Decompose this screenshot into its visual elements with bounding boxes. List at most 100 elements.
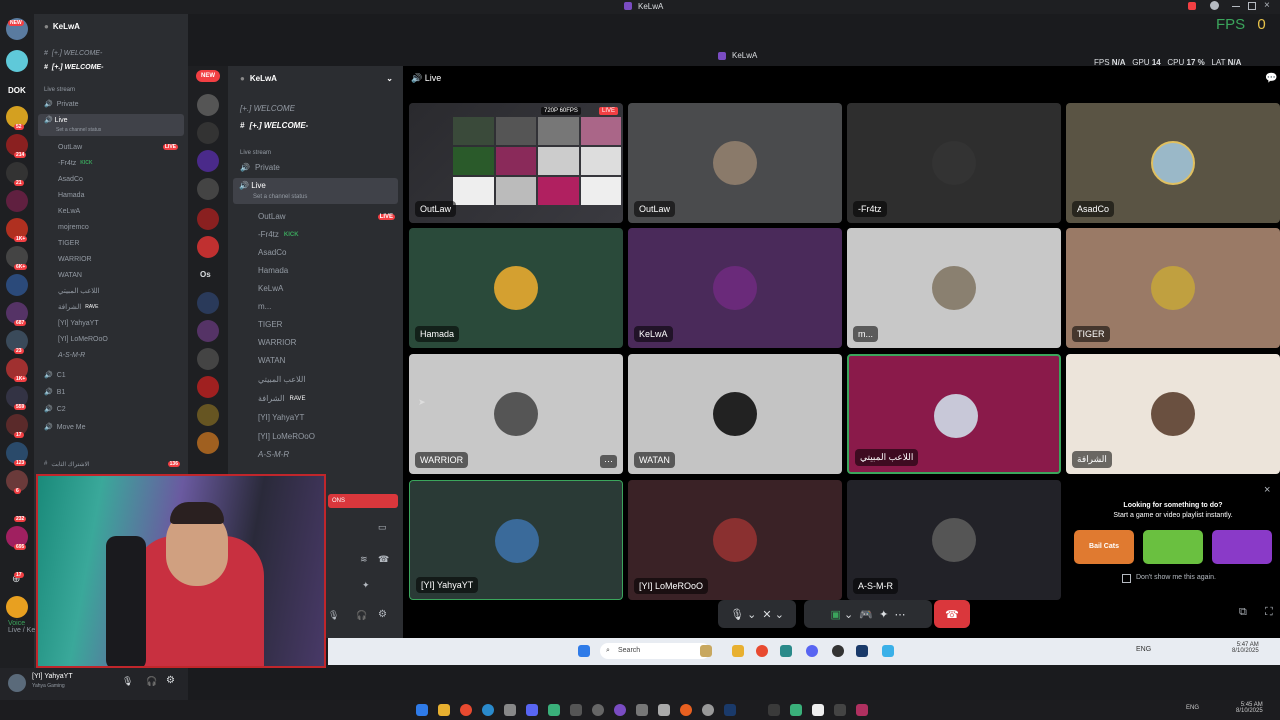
app-icon[interactable] bbox=[702, 704, 714, 716]
inner-server-header[interactable]: ● KeLwA ⌄ bbox=[228, 70, 403, 87]
inner-wave-icon[interactable]: ≋ bbox=[360, 554, 368, 565]
inner-server-6[interactable] bbox=[197, 236, 219, 258]
outer-ch-c2[interactable]: 🔊 C2 bbox=[34, 402, 188, 416]
participant-tile[interactable]: KeLwA bbox=[628, 228, 842, 348]
app-icon[interactable] bbox=[658, 704, 670, 716]
inner-server-10[interactable] bbox=[197, 376, 219, 398]
participant-tile[interactable]: A-S-M-R bbox=[847, 480, 1061, 600]
app-icon[interactable] bbox=[812, 704, 824, 716]
close-activity-icon[interactable]: × bbox=[1264, 484, 1270, 496]
outer-ch-private[interactable]: 🔊 Private bbox=[34, 97, 188, 111]
outer-ch-livestream[interactable]: Live stream bbox=[34, 83, 188, 97]
outer-member[interactable]: [YI] YahyaYT bbox=[34, 316, 188, 330]
edge-icon[interactable] bbox=[482, 704, 494, 716]
windows-start-icon[interactable] bbox=[578, 645, 590, 657]
windows-start-icon[interactable] bbox=[416, 704, 428, 716]
inner-server-2[interactable] bbox=[197, 122, 219, 144]
participant-tile[interactable]: Hamada bbox=[409, 228, 623, 348]
participant-tile[interactable]: اللاعب المبيتي bbox=[847, 354, 1061, 474]
inner-member[interactable]: A-S-M-R bbox=[228, 446, 403, 463]
outer-member[interactable]: اللاعب المبيتي bbox=[34, 284, 188, 298]
lang-indicator[interactable]: ENG bbox=[1186, 705, 1199, 711]
chat-icon[interactable]: 💬 bbox=[1265, 73, 1277, 84]
outer-member[interactable]: الشرافة RAVE bbox=[34, 300, 188, 314]
inner-headset-icon[interactable]: 🎧 bbox=[356, 610, 367, 621]
server-icon-2[interactable] bbox=[6, 50, 28, 72]
dont-show-checkbox[interactable] bbox=[1122, 574, 1131, 583]
inner-member[interactable]: OutLaw LIVE bbox=[228, 208, 403, 225]
widget-icon[interactable] bbox=[700, 645, 712, 657]
inner-server-12[interactable] bbox=[197, 432, 219, 454]
outer-member[interactable]: Hamada bbox=[34, 188, 188, 202]
soundboard-icon[interactable]: ✦ bbox=[879, 608, 888, 621]
app-icon[interactable] bbox=[592, 704, 604, 716]
gamepad-icon[interactable]: 🎮 bbox=[859, 608, 873, 621]
inner-server-4[interactable] bbox=[197, 178, 219, 200]
inner-server-9[interactable] bbox=[197, 348, 219, 370]
inner-server-5[interactable] bbox=[197, 208, 219, 230]
app-icon[interactable] bbox=[614, 704, 626, 716]
inbox-icon[interactable] bbox=[1188, 2, 1196, 10]
outer-ch-moveme[interactable]: 🔊 Move Me bbox=[34, 420, 188, 434]
hangup-button[interactable]: ☎ bbox=[934, 600, 970, 628]
participant-tile[interactable]: -Fr4tz bbox=[847, 103, 1061, 223]
maximize-icon[interactable] bbox=[1248, 2, 1256, 10]
steam-icon[interactable] bbox=[856, 645, 868, 657]
inner-member[interactable]: WARRIOR bbox=[228, 334, 403, 351]
inner-member[interactable]: اللاعب المبيتي bbox=[228, 371, 403, 388]
help-icon[interactable] bbox=[1210, 1, 1219, 10]
inner-member[interactable]: WATAN bbox=[228, 352, 403, 369]
inner-member[interactable]: Hamada bbox=[228, 262, 403, 279]
mic-icon[interactable]: 🎙 bbox=[122, 676, 133, 687]
inner-ch-live-selected[interactable]: 🔊 Live Set a channel status bbox=[233, 178, 398, 204]
share-controls[interactable]: ▣ ⌄ 🎮 ✦ ⋯ bbox=[804, 600, 932, 628]
inner-member[interactable]: m... bbox=[228, 298, 403, 315]
participant-tile[interactable]: AsadCo bbox=[1066, 103, 1280, 223]
participant-tile[interactable]: TIGER bbox=[1066, 228, 1280, 348]
stream-tile[interactable]: 720P 60FPS LIVE OutLaw bbox=[409, 103, 623, 223]
outer-ch-welcome-2[interactable]: # [+.] WELCOME- bbox=[34, 60, 188, 74]
participant-tile[interactable]: WATAN bbox=[628, 354, 842, 474]
inner-gear-icon[interactable]: ⚙ bbox=[378, 609, 387, 620]
server-icon-18[interactable] bbox=[6, 596, 28, 618]
close-icon[interactable]: × bbox=[1264, 0, 1270, 11]
more-options-icon[interactable]: ⋯ bbox=[600, 455, 617, 468]
inner-clock[interactable]: 5:47 AM 8/10/2025 bbox=[1232, 642, 1259, 654]
more-icon[interactable]: ⋯ bbox=[894, 608, 905, 621]
inner-member[interactable]: AsadCo bbox=[228, 244, 403, 261]
inner-chat-icon[interactable]: ▭ bbox=[378, 522, 387, 533]
game-card[interactable] bbox=[1143, 530, 1203, 564]
server-icon-9[interactable] bbox=[6, 274, 28, 296]
participant-tile[interactable]: m... bbox=[847, 228, 1061, 348]
outer-member[interactable]: mojremco bbox=[34, 220, 188, 234]
participant-tile[interactable]: الشرافة bbox=[1066, 354, 1280, 474]
app-icon[interactable] bbox=[768, 704, 780, 716]
outer-member[interactable]: WATAN bbox=[34, 268, 188, 282]
headset-icon[interactable]: 🎧 bbox=[146, 676, 157, 687]
obs-icon[interactable] bbox=[832, 645, 844, 657]
inner-ch-welcome-2[interactable]: # [+.] WELCOME- bbox=[228, 117, 403, 134]
inner-phone-icon[interactable]: ☎ bbox=[378, 554, 389, 565]
explorer-icon[interactable] bbox=[732, 645, 744, 657]
inner-member[interactable]: [YI] LoMeROoO bbox=[228, 428, 403, 445]
discord-icon[interactable] bbox=[806, 645, 818, 657]
chrome-icon[interactable] bbox=[460, 704, 472, 716]
outer-ch-welcome-1[interactable]: # [+.] WELCOME- bbox=[34, 46, 188, 60]
inner-member[interactable]: الشرافة RAVE bbox=[228, 390, 403, 407]
app-icon[interactable] bbox=[856, 704, 868, 716]
inner-ch-private[interactable]: 🔊 Private bbox=[228, 159, 403, 176]
game-card[interactable] bbox=[1212, 530, 1272, 564]
outer-member[interactable]: OutLaw LIVE bbox=[34, 140, 188, 154]
app-icon[interactable] bbox=[636, 704, 648, 716]
outer-ch-subscription[interactable]: # الاشتراك الثابت 136 bbox=[34, 457, 188, 471]
outer-member[interactable]: A-S-M-R bbox=[34, 348, 188, 362]
app-icon[interactable] bbox=[548, 704, 560, 716]
server-icon-6[interactable] bbox=[6, 190, 28, 212]
explorer-icon[interactable] bbox=[438, 704, 450, 716]
app-icon[interactable] bbox=[790, 704, 802, 716]
outer-clock[interactable]: 5:45 AM 8/10/2025 bbox=[1236, 702, 1263, 714]
outer-member[interactable]: WARRIOR bbox=[34, 252, 188, 266]
chrome-icon[interactable] bbox=[756, 645, 768, 657]
outer-member[interactable]: TIGER bbox=[34, 236, 188, 250]
app-icon[interactable] bbox=[882, 645, 894, 657]
